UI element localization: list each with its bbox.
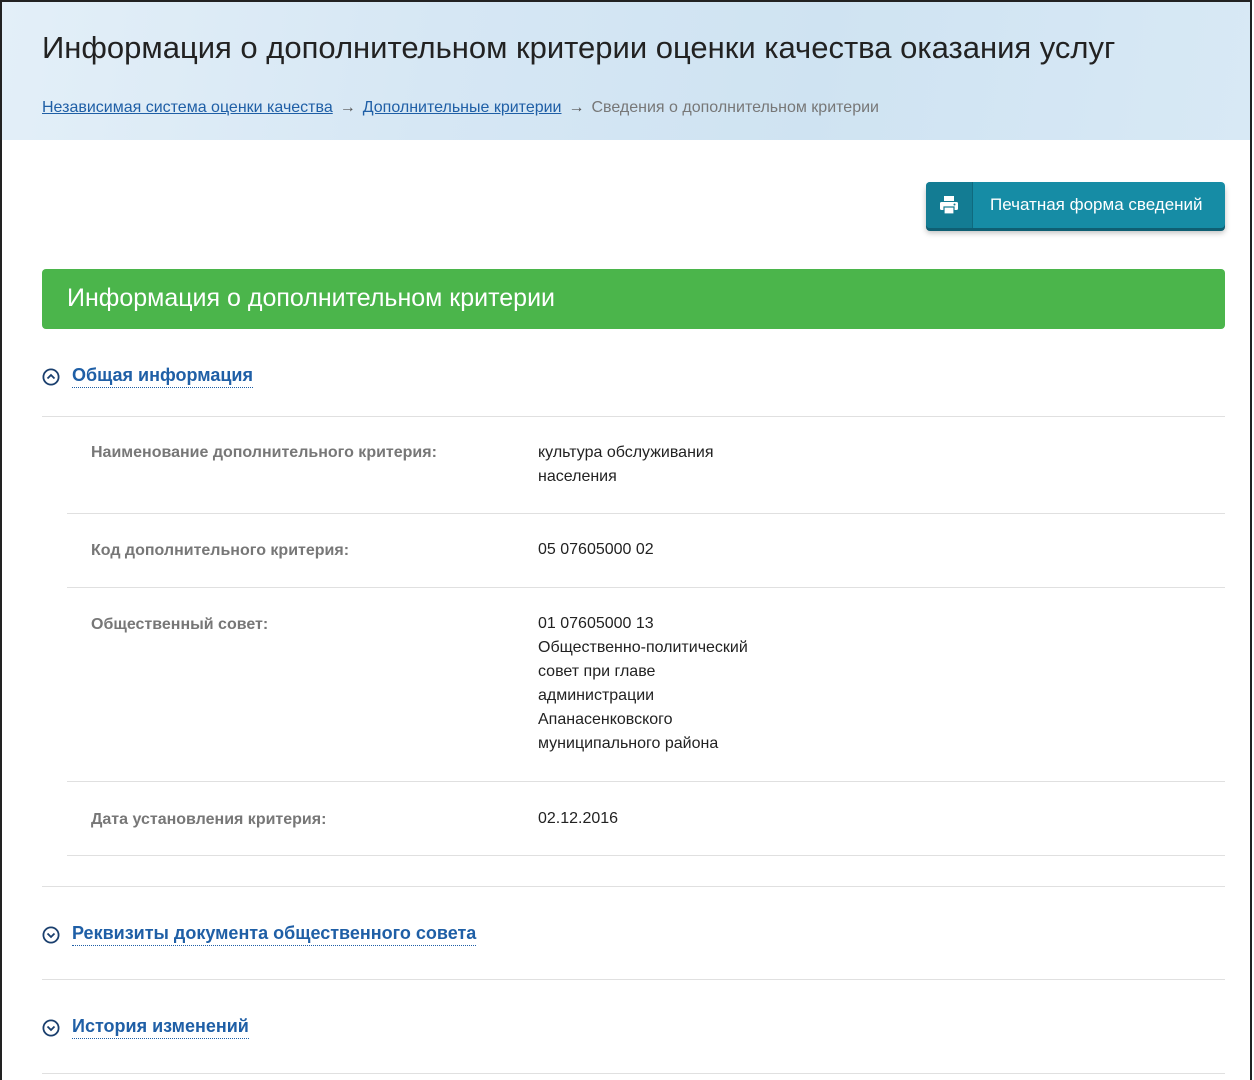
toggle-council-document[interactable]: Реквизиты документа общественного совета — [42, 923, 477, 946]
toggle-council-document-label: Реквизиты документа общественного совета — [72, 923, 477, 946]
printer-icon-box — [926, 182, 973, 228]
value-line: совет при главе — [538, 663, 656, 680]
value-line: 01 07605000 13 — [538, 615, 654, 632]
divider — [42, 979, 1225, 980]
breadcrumb-link-nsok[interactable]: Независимая система оценки качества — [42, 99, 333, 116]
page-frame: Информация о дополнительном критерии оце… — [0, 0, 1252, 1080]
printer-icon — [940, 196, 958, 215]
chevron-up-circle-icon — [42, 368, 60, 385]
row-divider — [67, 587, 1225, 588]
toggle-general-info-label: Общая информация — [72, 365, 253, 388]
field-label-public-council: Общественный совет: — [91, 616, 269, 633]
value-line: культура обслуживания — [538, 444, 714, 461]
breadcrumb-separator: → — [568, 99, 585, 116]
row-divider — [67, 513, 1225, 514]
section-header-title: Информация о дополнительном критерии — [67, 284, 556, 312]
divider — [42, 1073, 1225, 1074]
field-value-criterion-name: культура обслуживания населения — [538, 441, 714, 489]
breadcrumb: Независимая система оценки качества → Допо… — [42, 99, 879, 117]
value-line: администрации — [538, 687, 655, 704]
value-line: Общественно-политический — [538, 639, 748, 656]
value-line: 02.12.2016 — [538, 810, 619, 827]
field-label-establish-date: Дата установления критерия: — [91, 811, 327, 828]
value-line: Апанасенковского — [538, 711, 673, 728]
value-line: населения — [538, 468, 617, 485]
divider — [42, 416, 1225, 417]
field-value-establish-date: 02.12.2016 — [538, 807, 618, 831]
row-divider — [67, 781, 1225, 782]
field-label-criterion-name: Наименование дополнительного критерия: — [91, 444, 437, 461]
row-divider — [67, 855, 1225, 856]
page-title: Информация о дополнительном критерии оце… — [42, 30, 1116, 65]
field-label-criterion-code: Код дополнительного критерия: — [91, 542, 350, 559]
breadcrumb-link-additional-criteria[interactable]: Дополнительные критерии — [363, 99, 562, 116]
toggle-general-info[interactable]: Общая информация — [42, 365, 253, 388]
breadcrumb-current: Сведения о дополнительном критерии — [591, 99, 879, 116]
print-form-button-label: Печатная форма сведений — [990, 195, 1203, 214]
field-value-public-council: 01 07605000 13 Общественно-политический … — [538, 612, 748, 756]
value-line: 05 07605000 02 — [538, 541, 654, 558]
field-value-criterion-code: 05 07605000 02 — [538, 538, 654, 562]
breadcrumb-separator: → — [339, 99, 356, 116]
page-header: Информация о дополнительном критерии оце… — [2, 2, 1250, 140]
chevron-down-circle-icon — [42, 926, 60, 943]
value-line: муниципального района — [538, 735, 719, 752]
divider — [42, 886, 1225, 887]
print-form-button[interactable]: Печатная форма сведений — [926, 182, 1225, 228]
toggle-change-history-label: История изменений — [72, 1016, 249, 1039]
section-header-bar: Информация о дополнительном критерии — [42, 269, 1225, 329]
toggle-change-history[interactable]: История изменений — [42, 1016, 249, 1039]
chevron-down-circle-icon — [42, 1019, 60, 1036]
